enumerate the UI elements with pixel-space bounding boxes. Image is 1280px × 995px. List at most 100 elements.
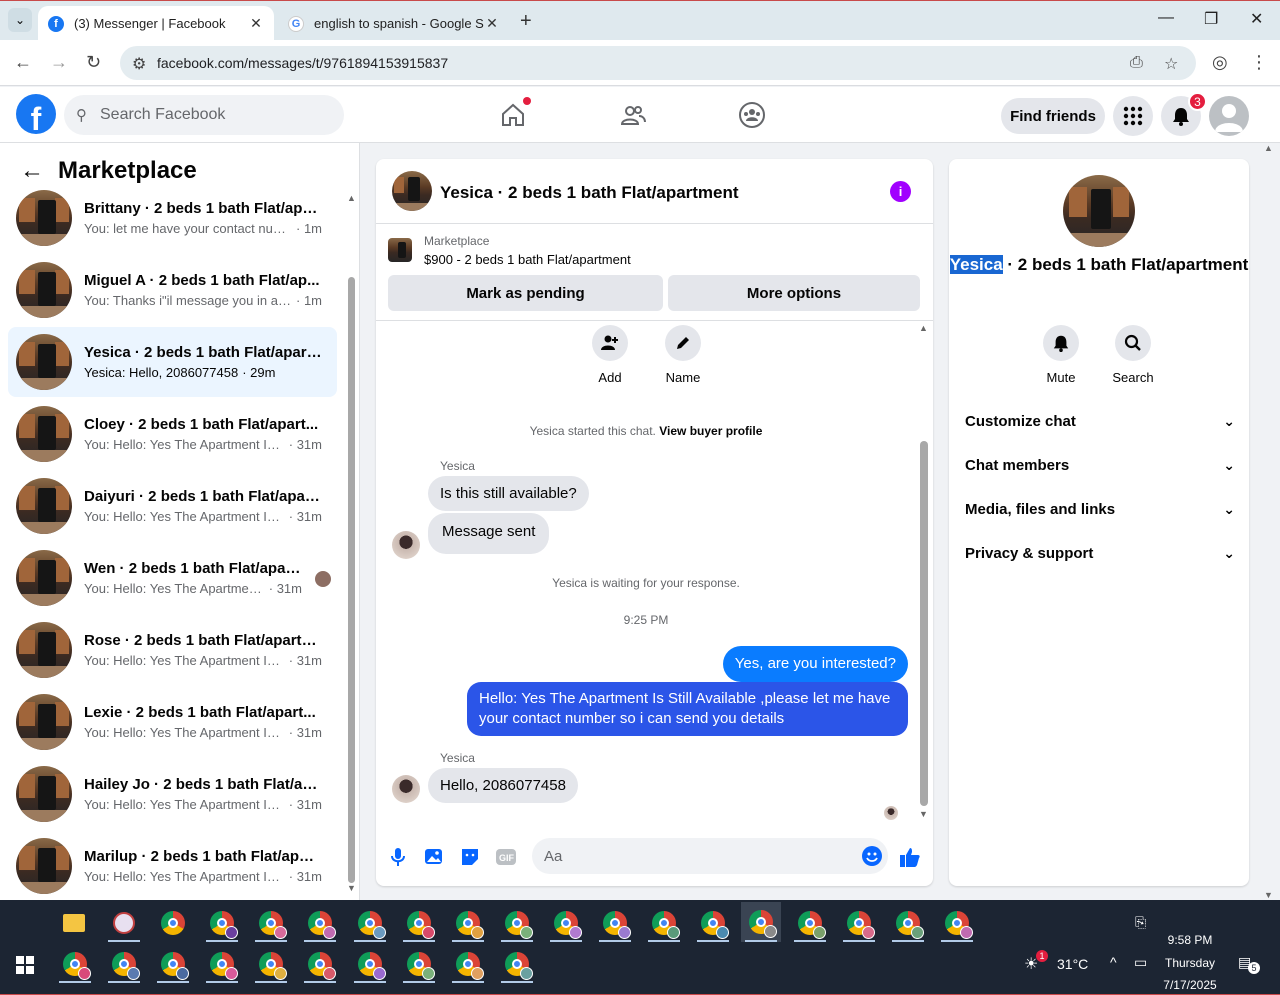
chrome-profile-icon[interactable] bbox=[399, 904, 439, 942]
find-friends-button[interactable]: Find friends bbox=[1001, 98, 1105, 134]
photo-icon[interactable] bbox=[423, 846, 445, 868]
tab-google[interactable]: G english to spanish - Google Sea ✕ bbox=[278, 6, 510, 41]
chrome-profile-icon[interactable] bbox=[55, 945, 95, 983]
chrome-profile-icon-active[interactable] bbox=[741, 902, 781, 942]
tab-messenger[interactable]: f (3) Messenger | Facebook ✕ bbox=[38, 6, 274, 41]
clock-date[interactable]: 7/17/2025 bbox=[1160, 978, 1220, 992]
page-scrollbar[interactable]: ▲ ▼ bbox=[1262, 143, 1276, 900]
bookmark-star-icon[interactable]: ☆ bbox=[1164, 54, 1178, 74]
reload-icon[interactable]: ↻ bbox=[86, 52, 101, 73]
scroll-up-icon[interactable]: ▲ bbox=[347, 193, 356, 203]
chrome-profile-icon[interactable] bbox=[104, 945, 144, 983]
chrome-profile-icon[interactable] bbox=[202, 945, 242, 983]
incoming-message[interactable]: Hello, 2086077458 bbox=[428, 768, 578, 803]
menu-kebab-icon[interactable]: ⋮ bbox=[1250, 52, 1268, 73]
show-hidden-icons-icon[interactable]: ^ bbox=[1110, 954, 1117, 970]
chrome-profile-icon[interactable] bbox=[448, 945, 488, 983]
restore-icon[interactable]: ❐ bbox=[1204, 9, 1218, 29]
chat-title[interactable]: Yesica · 2 beds 1 bath Flat/apartment bbox=[440, 183, 739, 203]
chrome-profile-icon[interactable] bbox=[251, 945, 291, 983]
menu-grid-icon[interactable] bbox=[1113, 96, 1153, 136]
home-icon[interactable] bbox=[497, 97, 531, 131]
more-options-button[interactable]: More options bbox=[668, 275, 920, 311]
chrome-profile-icon[interactable] bbox=[350, 904, 390, 942]
conversation-item[interactable]: Brittany · 2 beds 1 bath Flat/apa... You:… bbox=[8, 183, 337, 253]
chrome-profile-icon[interactable] bbox=[693, 904, 733, 942]
install-app-icon[interactable]: ⎙ bbox=[1130, 54, 1143, 72]
tab-search-icon[interactable]: ⌄ bbox=[8, 8, 32, 32]
conversation-list-scrollbar[interactable]: ▲ ▼ bbox=[345, 193, 357, 893]
close-window-icon[interactable]: ✕ bbox=[1250, 9, 1263, 29]
conversation-thumbnail[interactable] bbox=[1063, 175, 1135, 247]
sender-avatar[interactable] bbox=[392, 775, 420, 803]
friends-icon[interactable] bbox=[617, 99, 649, 131]
facebook-search-input[interactable]: ⚲ Search Facebook bbox=[64, 95, 344, 135]
incoming-message[interactable]: Message sent bbox=[428, 513, 550, 554]
new-tab-icon[interactable]: + bbox=[520, 10, 532, 33]
chrome-profile-icon[interactable] bbox=[644, 904, 684, 942]
scrollbar-thumb[interactable] bbox=[920, 441, 928, 806]
sticker-icon[interactable] bbox=[459, 846, 481, 868]
chrome-profile-icon[interactable] bbox=[595, 904, 635, 942]
add-action[interactable]: Add bbox=[575, 325, 645, 385]
chrome-profile-icon[interactable] bbox=[497, 904, 537, 942]
customize-chat-section[interactable]: Customize chat ⌄ bbox=[965, 399, 1235, 443]
emoji-icon[interactable] bbox=[862, 846, 882, 866]
phone-link-icon[interactable]: ⎘ bbox=[1135, 914, 1146, 931]
media-files-links-section[interactable]: Media, files and links ⌄ bbox=[965, 487, 1235, 531]
clock-time[interactable]: 9:58 PM bbox=[1166, 933, 1214, 947]
scrollbar-thumb[interactable] bbox=[348, 277, 355, 883]
outgoing-message[interactable]: Hello: Yes The Apartment Is Still Availa… bbox=[467, 682, 908, 736]
notification-center-icon[interactable]: ▤ 5 bbox=[1238, 954, 1260, 974]
conversation-item[interactable]: Rose · 2 beds 1 bath Flat/apartm... You: … bbox=[8, 615, 337, 685]
chrome-profile-icon[interactable] bbox=[251, 904, 291, 942]
file-explorer-icon[interactable] bbox=[54, 904, 94, 942]
microphone-icon[interactable] bbox=[387, 846, 409, 868]
scroll-up-icon[interactable]: ▲ bbox=[1264, 143, 1273, 153]
conversation-item[interactable]: Marilup · 2 beds 1 bath Flat/apar... You:… bbox=[8, 831, 337, 900]
conversation-item[interactable]: Lexie · 2 beds 1 bath Flat/apart... You: … bbox=[8, 687, 337, 757]
chrome-profile-icon[interactable] bbox=[839, 904, 879, 942]
site-info-icon[interactable]: ⚙ bbox=[132, 54, 146, 74]
weather-icon[interactable]: ☀ 1 bbox=[1024, 950, 1048, 974]
chrome-profile-icon[interactable] bbox=[399, 945, 439, 983]
account-avatar[interactable] bbox=[1209, 96, 1249, 136]
chrome-profile-icon[interactable] bbox=[888, 904, 928, 942]
conversation-item[interactable]: Wen · 2 beds 1 bath Flat/apart... You: He… bbox=[8, 543, 337, 613]
back-icon[interactable]: ← bbox=[14, 52, 32, 73]
search-action[interactable]: Search bbox=[1098, 325, 1168, 385]
conversation-item-selected[interactable]: Yesica · 2 beds 1 bath Flat/apart... Yesi… bbox=[8, 327, 337, 397]
chrome-profile-icon[interactable] bbox=[448, 904, 488, 942]
chrome-icon[interactable] bbox=[153, 904, 193, 942]
chrome-profile-icon[interactable] bbox=[153, 945, 193, 983]
network-icon[interactable]: ▭ bbox=[1134, 954, 1147, 971]
chrome-profile-icon[interactable] bbox=[300, 945, 340, 983]
view-buyer-profile-link[interactable]: View buyer profile bbox=[659, 424, 762, 438]
conversation-info-icon[interactable]: i bbox=[890, 181, 911, 202]
back-arrow-icon[interactable]: ← bbox=[20, 157, 44, 185]
notifications-bell-icon[interactable]: 3 bbox=[1161, 92, 1207, 136]
gif-icon[interactable]: GIF bbox=[495, 846, 517, 868]
name-action[interactable]: Name bbox=[648, 325, 718, 385]
privacy-support-section[interactable]: Privacy & support ⌄ bbox=[965, 531, 1235, 575]
outgoing-message[interactable]: Yes, are you interested? bbox=[722, 646, 908, 682]
profile-icon[interactable]: ◎ bbox=[1212, 52, 1228, 73]
chrome-profile-icon[interactable] bbox=[350, 945, 390, 983]
chrome-profile-icon[interactable] bbox=[937, 904, 977, 942]
snipping-tool-icon[interactable] bbox=[104, 904, 144, 942]
message-input[interactable]: Aa bbox=[532, 838, 888, 874]
clock-day[interactable]: Thursday bbox=[1163, 956, 1217, 970]
scroll-down-icon[interactable]: ▼ bbox=[919, 809, 928, 819]
windows-start-icon[interactable] bbox=[16, 956, 34, 974]
chat-listing-thumbnail[interactable] bbox=[392, 171, 432, 211]
listing-mini-thumbnail[interactable] bbox=[388, 238, 412, 262]
conversation-item[interactable]: Daiyuri · 2 beds 1 bath Flat/apar... You:… bbox=[8, 471, 337, 541]
mute-action[interactable]: Mute bbox=[1026, 325, 1096, 385]
thumbs-up-icon[interactable] bbox=[899, 846, 921, 868]
conversation-item[interactable]: Miguel A · 2 beds 1 bath Flat/ap... You: … bbox=[8, 255, 337, 325]
chat-members-section[interactable]: Chat members ⌄ bbox=[965, 443, 1235, 487]
scroll-up-icon[interactable]: ▲ bbox=[919, 323, 928, 333]
forward-icon[interactable]: → bbox=[50, 52, 68, 73]
chrome-profile-icon[interactable] bbox=[202, 904, 242, 942]
scroll-down-icon[interactable]: ▼ bbox=[1264, 890, 1273, 900]
